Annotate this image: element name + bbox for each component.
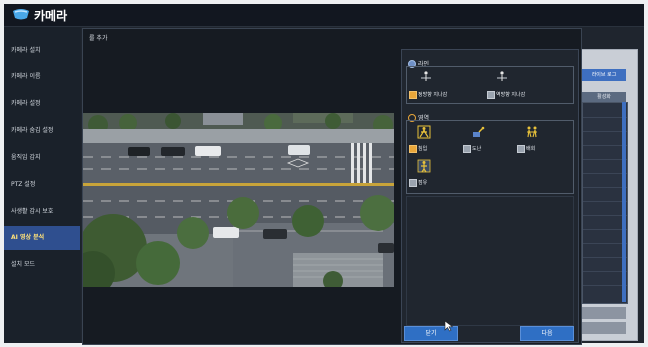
sidebar-item-privacy[interactable]: 사생활 감시 보호 (4, 200, 80, 224)
area-options-group: 침입 도난 배회 점유 (406, 120, 574, 194)
occupancy-icon (417, 159, 431, 173)
theft-icon (473, 126, 485, 137)
rule-table-header: 활성화 (582, 92, 626, 102)
line-backward-checkbox[interactable] (487, 91, 495, 99)
line-backward-icon (497, 71, 507, 81)
loitering-checkbox[interactable] (517, 145, 525, 153)
next-button[interactable]: 다음 (520, 326, 574, 341)
sidebar-item-ptz[interactable]: PTZ 설정 (4, 173, 80, 197)
rule-table-scrollbar[interactable] (622, 102, 626, 302)
loitering-icon (527, 126, 537, 138)
line-options-group: 정방향 지나감 역방향 지나감 (406, 66, 574, 104)
line-forward-label: 정방향 지나감 (418, 92, 448, 98)
sidebar-item-motion-detect[interactable]: 움직임 감지 (4, 146, 80, 170)
sidebar: 카메라 설치 카메라 이름 카메라 설정 카메라 숨김 설정 움직임 감지 PT… (4, 27, 80, 343)
line-backward-label: 역방향 지나감 (496, 92, 526, 98)
theft-label: 도난 (472, 146, 482, 152)
bg-button-2[interactable] (582, 322, 626, 334)
occupancy-checkbox[interactable] (409, 179, 417, 187)
line-forward-checkbox[interactable] (409, 91, 417, 99)
bg-button-1[interactable] (582, 307, 626, 319)
sidebar-item-camera-settings[interactable]: 카메라 설정 (4, 92, 80, 116)
occupancy-label: 점유 (418, 180, 428, 186)
camera-video-preview[interactable] (83, 113, 394, 287)
mouse-cursor-icon (444, 320, 454, 332)
title-bar: 카메라 (4, 4, 644, 27)
rule-config-panel: 라인 정방향 지나감 역방향 지나감 영역 침입 도난 배회 점유 닫기 다음 (401, 49, 579, 343)
intrusion-label: 침입 (418, 146, 428, 152)
sidebar-item-camera-install[interactable]: 카메라 설치 (4, 39, 80, 63)
theft-checkbox[interactable] (463, 145, 471, 153)
sidebar-item-camera-hide[interactable]: 카메라 숨김 설정 (4, 119, 80, 143)
sidebar-item-install-mode[interactable]: 설치 모드 (4, 253, 80, 277)
intrusion-icon (417, 125, 431, 139)
intrusion-checkbox[interactable] (409, 145, 417, 153)
camera-app-icon (13, 9, 29, 20)
sidebar-item-ai-analysis[interactable]: AI 영상 분석 (4, 226, 80, 250)
live-log-button[interactable]: 라이브 로그 (582, 69, 626, 81)
line-forward-icon (421, 71, 431, 81)
sidebar-item-camera-name[interactable]: 카메라 이름 (4, 65, 80, 89)
dialog-title: 룰 추가 (89, 35, 108, 42)
screen: 카메라 카메라 설치 카메라 이름 카메라 설정 카메라 숨김 설정 움직임 감… (4, 4, 644, 345)
app-title: 카메라 (34, 9, 68, 23)
options-blank-area (406, 196, 574, 326)
loitering-label: 배회 (526, 146, 536, 152)
add-rule-dialog: 룰 추가 라인 정방향 지나감 역방향 지나감 영역 침입 도난 배회 점유 닫… (82, 28, 582, 345)
